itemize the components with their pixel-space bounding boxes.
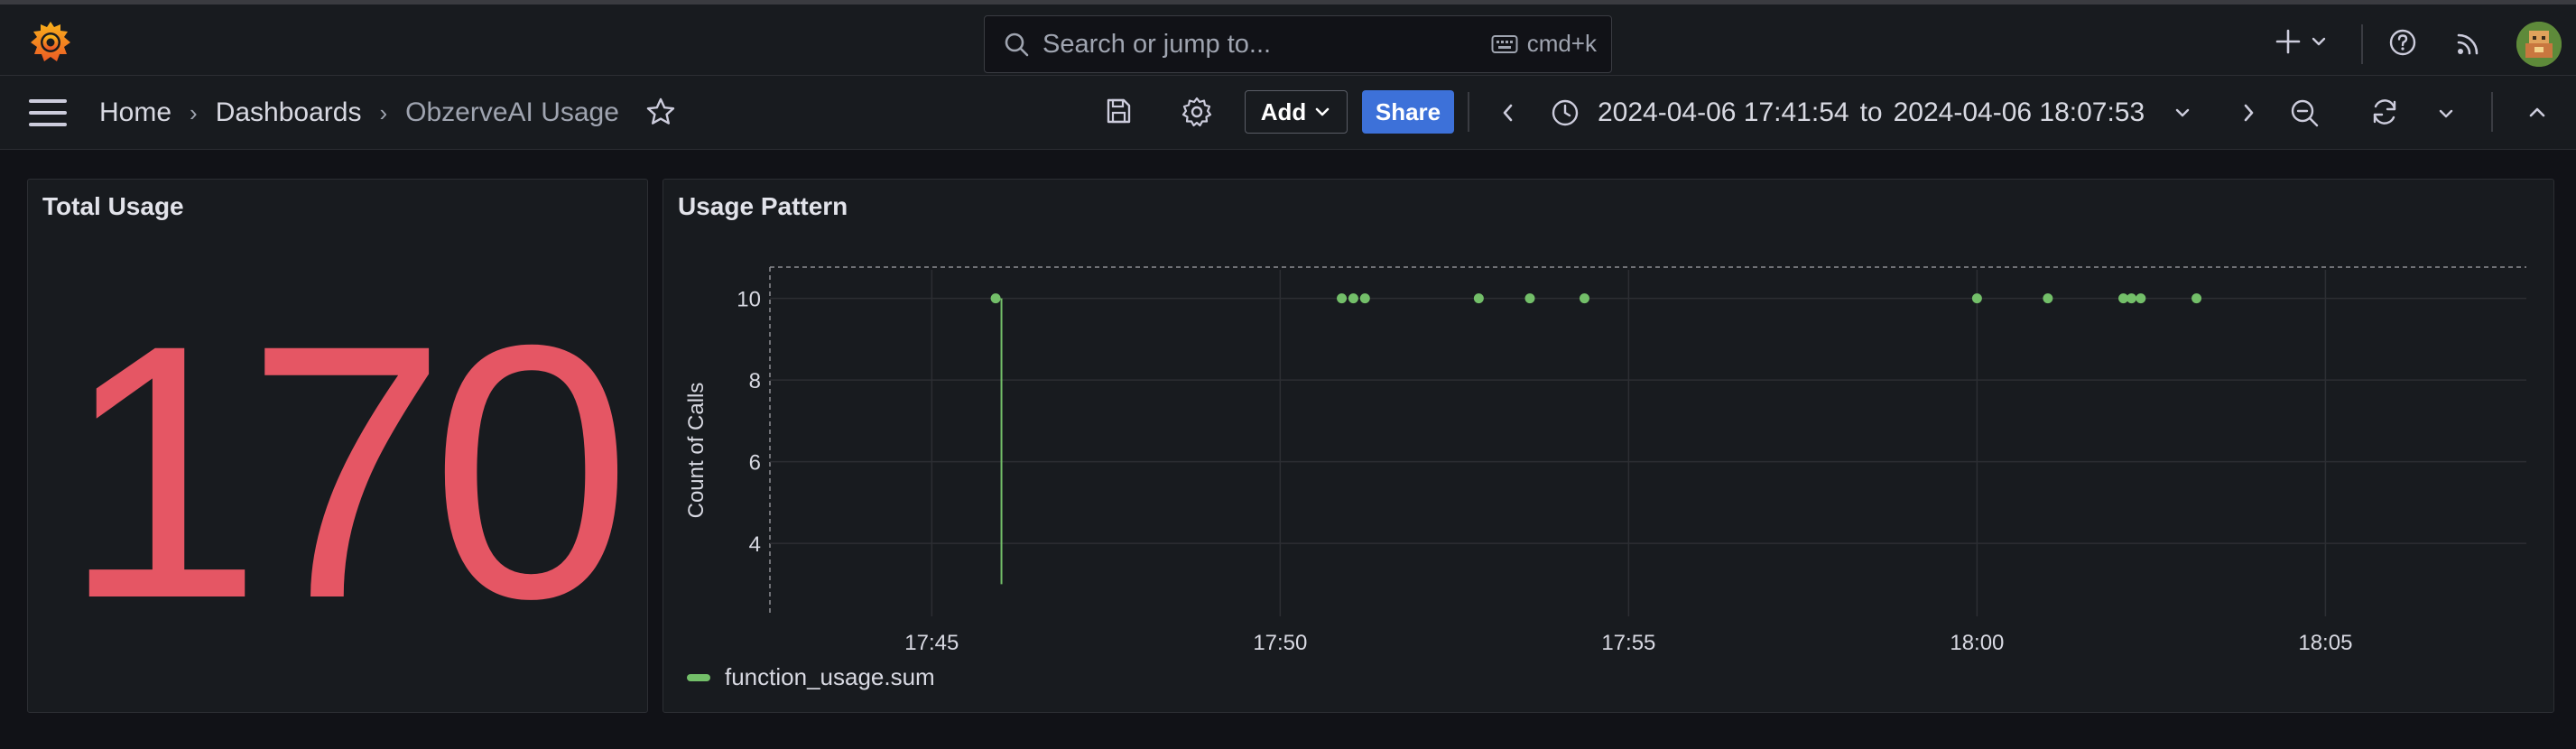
new-button[interactable] bbox=[2275, 28, 2329, 55]
data-point bbox=[1579, 293, 1589, 304]
x-tick-label: 18:05 bbox=[2298, 631, 2352, 655]
chevron-down-icon[interactable] bbox=[2435, 103, 2457, 125]
breadcrumb-home[interactable]: Home bbox=[99, 97, 171, 128]
chevron-down-icon bbox=[2175, 108, 2190, 117]
search-placeholder: Search or jump to... bbox=[1042, 29, 1272, 59]
divider bbox=[1468, 92, 1469, 132]
data-point bbox=[990, 293, 1001, 304]
top-bar: Search or jump to... cmd+k bbox=[0, 0, 2576, 76]
rss-icon[interactable] bbox=[2455, 30, 2482, 57]
gear-icon[interactable] bbox=[1181, 96, 1213, 128]
data-point bbox=[1524, 293, 1535, 304]
y-tick-label: 8 bbox=[749, 369, 761, 393]
divider bbox=[2361, 24, 2363, 64]
breadcrumb-dashboards[interactable]: Dashboards bbox=[216, 97, 362, 128]
breadcrumb-current: ObzerveAI Usage bbox=[405, 97, 619, 127]
plus-icon bbox=[2275, 29, 2301, 54]
data-point bbox=[1337, 293, 1348, 304]
keyboard-icon bbox=[1491, 34, 1518, 53]
data-point bbox=[2136, 293, 2146, 304]
legend-label: function_usage.sum bbox=[725, 663, 935, 690]
data-point bbox=[2043, 293, 2053, 304]
data-point bbox=[2191, 293, 2202, 304]
share-button[interactable]: Share bbox=[1362, 90, 1454, 134]
add-button-label: Add bbox=[1260, 97, 1307, 125]
data-point bbox=[1473, 293, 1484, 304]
refresh-icon[interactable] bbox=[2368, 96, 2401, 128]
breadcrumb-separator: › bbox=[190, 98, 198, 126]
search-icon bbox=[1005, 32, 1029, 57]
chart-legend[interactable]: function_usage.sum bbox=[687, 663, 935, 691]
breadcrumb: Home › Dashboards › ObzerveAI Usage bbox=[99, 76, 619, 150]
avatar[interactable] bbox=[2516, 22, 2562, 67]
stat-value: 170 bbox=[61, 270, 631, 673]
x-tick-label: 17:45 bbox=[904, 631, 959, 655]
y-axis-title: Count of Calls bbox=[684, 382, 709, 519]
chevron-down-icon bbox=[2312, 37, 2326, 46]
chevron-up-icon[interactable] bbox=[2525, 101, 2549, 125]
grafana-logo-icon[interactable] bbox=[27, 19, 74, 66]
clock-icon bbox=[1552, 99, 1579, 126]
y-tick-label: 4 bbox=[749, 532, 761, 557]
chevron-left-icon[interactable] bbox=[1498, 101, 1518, 125]
save-icon[interactable] bbox=[1103, 96, 1134, 126]
chevron-right-icon[interactable] bbox=[2238, 101, 2258, 125]
time-range-picker[interactable]: 2024-04-06 17:41:54 to 2024-04-06 18:07:… bbox=[1551, 76, 2193, 150]
x-tick-label: 18:00 bbox=[1950, 631, 2004, 655]
usage-pattern-chart[interactable]: 4 6 8 10 17:45 17:50 17:55 18:00 18:05 bbox=[663, 180, 2555, 714]
search-input[interactable]: Search or jump to... cmd+k bbox=[984, 15, 1612, 73]
chevron-down-icon bbox=[1315, 107, 1330, 116]
divider bbox=[2491, 92, 2493, 132]
breadcrumb-separator: › bbox=[379, 98, 388, 126]
star-icon[interactable] bbox=[644, 96, 677, 128]
data-point bbox=[1359, 293, 1370, 304]
zoom-out-icon[interactable] bbox=[2289, 97, 2320, 128]
data-point bbox=[1348, 293, 1358, 304]
usage-pattern-panel[interactable]: Usage Pattern 4 6 8 10 17:45 17:50 17:55 18:00 1… bbox=[663, 179, 2554, 713]
add-button[interactable]: Add bbox=[1245, 90, 1348, 134]
time-to-word: to bbox=[1859, 97, 1883, 127]
shortcut-label: cmd+k bbox=[1526, 30, 1597, 57]
search-shortcut: cmd+k bbox=[1491, 30, 1597, 58]
y-tick-label: 10 bbox=[737, 288, 761, 312]
panel-title: Total Usage bbox=[42, 192, 184, 220]
time-to: 2024-04-06 18:07:53 bbox=[1893, 97, 2145, 127]
time-from: 2024-04-06 17:41:54 bbox=[1598, 97, 1849, 127]
legend-swatch bbox=[687, 673, 710, 681]
total-usage-panel[interactable]: Total Usage 170 bbox=[27, 179, 648, 713]
data-point bbox=[1971, 293, 1982, 304]
y-tick-label: 6 bbox=[749, 451, 761, 476]
x-tick-label: 17:55 bbox=[1601, 631, 1655, 655]
data-point bbox=[2127, 293, 2137, 304]
y-axis-title-wrap: Count of Calls bbox=[681, 315, 712, 586]
help-icon[interactable] bbox=[2388, 28, 2417, 57]
x-tick-label: 17:50 bbox=[1253, 631, 1307, 655]
menu-icon[interactable] bbox=[29, 99, 67, 126]
dashboard-toolbar: Home › Dashboards › ObzerveAI Usage Add … bbox=[0, 76, 2576, 150]
